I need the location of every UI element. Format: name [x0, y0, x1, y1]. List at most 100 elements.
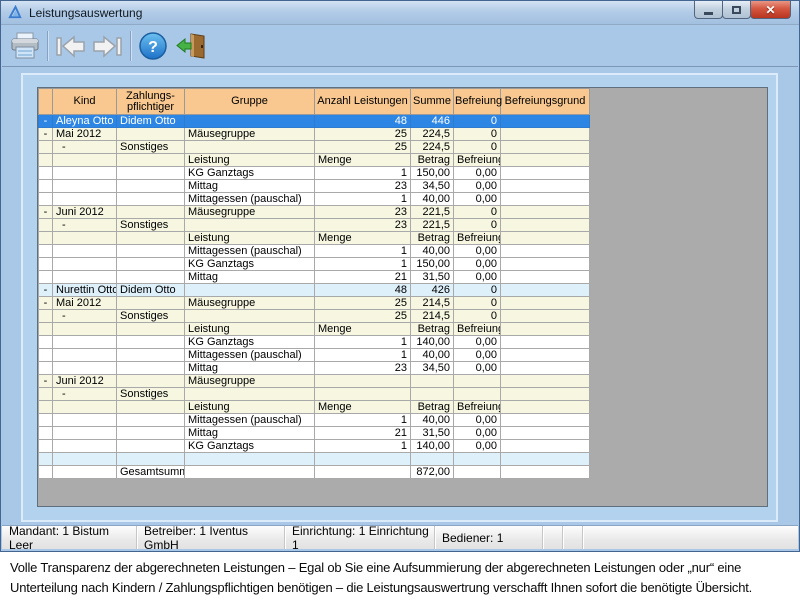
cell-zp[interactable]: Didem Otto	[117, 284, 185, 297]
cell-anzahl[interactable]: 25	[315, 128, 411, 141]
cell-anzahl[interactable]: 23	[315, 219, 411, 232]
cell-kind[interactable]: -	[53, 219, 117, 232]
cell-exp[interactable]	[39, 310, 53, 323]
cell-grund[interactable]	[501, 453, 590, 466]
cell-exp[interactable]	[39, 271, 53, 284]
cell-anzahl[interactable]: 1	[315, 245, 411, 258]
cell-zp[interactable]	[117, 414, 185, 427]
cell-summe[interactable]: 221,5	[411, 219, 454, 232]
cell-kind[interactable]: -	[53, 388, 117, 401]
cell-grund[interactable]	[501, 154, 590, 167]
table-row[interactable]	[39, 453, 590, 466]
cell-kind[interactable]	[53, 427, 117, 440]
cell-gruppe[interactable]: KG Ganztags	[185, 258, 315, 271]
column-header-grund[interactable]: Befreiungsgrund	[501, 89, 590, 115]
cell-kind[interactable]	[53, 180, 117, 193]
cell-zp[interactable]	[117, 362, 185, 375]
table-row[interactable]: -Mai 2012Mäusegruppe25214,50	[39, 297, 590, 310]
cell-grund[interactable]	[501, 362, 590, 375]
cell-exp[interactable]: -	[39, 128, 53, 141]
table-row[interactable]: KG Ganztags1150,000,00	[39, 258, 590, 271]
cell-exp[interactable]	[39, 232, 53, 245]
cell-gruppe[interactable]	[185, 453, 315, 466]
cell-grund[interactable]	[501, 375, 590, 388]
cell-zp[interactable]	[117, 258, 185, 271]
column-header-gruppe[interactable]: Gruppe	[185, 89, 315, 115]
cell-befreiung[interactable]: 0	[454, 141, 501, 154]
cell-grund[interactable]	[501, 219, 590, 232]
cell-exp[interactable]	[39, 453, 53, 466]
cell-anzahl[interactable]: Menge	[315, 323, 411, 336]
cell-gruppe[interactable]: Leistung	[185, 401, 315, 414]
cell-kind[interactable]: Aleyna Otto	[53, 115, 117, 128]
cell-exp[interactable]	[39, 388, 53, 401]
cell-anzahl[interactable]: 1	[315, 414, 411, 427]
table-row[interactable]: -Nurettin OttoDidem Otto484260	[39, 284, 590, 297]
table-row[interactable]: Mittag2131,500,00	[39, 271, 590, 284]
cell-zp[interactable]	[117, 453, 185, 466]
cell-zp[interactable]	[117, 167, 185, 180]
cell-grund[interactable]	[501, 284, 590, 297]
cell-kind[interactable]	[53, 193, 117, 206]
cell-anzahl[interactable]: 1	[315, 193, 411, 206]
cell-zp[interactable]	[117, 440, 185, 453]
table-row[interactable]: Gesamtsumme872,00	[39, 466, 590, 479]
column-header-anzahl[interactable]: Anzahl Leistungen	[315, 89, 411, 115]
column-header-zp[interactable]: Zahlungs- pflichtiger	[117, 89, 185, 115]
cell-summe[interactable]: 40,00	[411, 349, 454, 362]
cell-summe[interactable]: 426	[411, 284, 454, 297]
cell-befreiung[interactable]: 0,00	[454, 362, 501, 375]
cell-grund[interactable]	[501, 206, 590, 219]
cell-grund[interactable]	[501, 388, 590, 401]
cell-befreiung[interactable]: 0	[454, 297, 501, 310]
cell-kind[interactable]	[53, 323, 117, 336]
cell-gruppe[interactable]	[185, 115, 315, 128]
cell-gruppe[interactable]	[185, 310, 315, 323]
cell-anzahl[interactable]: Menge	[315, 232, 411, 245]
cell-grund[interactable]	[501, 466, 590, 479]
titlebar[interactable]: Leistungsauswertung ✕	[1, 1, 799, 25]
cell-befreiung[interactable]: 0,00	[454, 336, 501, 349]
cell-anzahl[interactable]	[315, 453, 411, 466]
table-row[interactable]: Mittag2334,500,00	[39, 362, 590, 375]
close-button[interactable]: ✕	[750, 1, 791, 19]
cell-zp[interactable]: Didem Otto	[117, 115, 185, 128]
cell-exp[interactable]	[39, 414, 53, 427]
cell-anzahl[interactable]: 1	[315, 258, 411, 271]
table-row[interactable]: Mittagessen (pauschal)140,000,00	[39, 245, 590, 258]
cell-summe[interactable]: Betrag	[411, 323, 454, 336]
cell-gruppe[interactable]: KG Ganztags	[185, 440, 315, 453]
table-row[interactable]: -Sonstiges25214,50	[39, 310, 590, 323]
cell-anzahl[interactable]: 25	[315, 141, 411, 154]
cell-exp[interactable]	[39, 440, 53, 453]
table-row[interactable]: -Sonstiges23221,50	[39, 219, 590, 232]
table-row[interactable]: Mittag2131,500,00	[39, 427, 590, 440]
cell-befreiung[interactable]: 0	[454, 284, 501, 297]
cell-befreiung[interactable]: 0,00	[454, 193, 501, 206]
cell-exp[interactable]: -	[39, 206, 53, 219]
cell-befreiung[interactable]: Befreiung	[454, 401, 501, 414]
cell-summe[interactable]: 31,50	[411, 271, 454, 284]
cell-gruppe[interactable]	[185, 141, 315, 154]
cell-gruppe[interactable]: Mäusegruppe	[185, 375, 315, 388]
cell-anzahl[interactable]: 23	[315, 362, 411, 375]
cell-summe[interactable]: 40,00	[411, 414, 454, 427]
cell-gruppe[interactable]: Leistung	[185, 323, 315, 336]
maximize-button[interactable]	[722, 1, 751, 19]
cell-exp[interactable]: -	[39, 297, 53, 310]
cell-befreiung[interactable]: 0,00	[454, 414, 501, 427]
cell-gruppe[interactable]: Leistung	[185, 232, 315, 245]
cell-exp[interactable]	[39, 349, 53, 362]
cell-summe[interactable]: 34,50	[411, 180, 454, 193]
cell-zp[interactable]	[117, 232, 185, 245]
cell-befreiung[interactable]: 0	[454, 128, 501, 141]
cell-grund[interactable]	[501, 414, 590, 427]
cell-gruppe[interactable]: Mittagessen (pauschal)	[185, 245, 315, 258]
table-row[interactable]: Mittagessen (pauschal)140,000,00	[39, 414, 590, 427]
cell-exp[interactable]: -	[39, 284, 53, 297]
table-row[interactable]: LeistungMengeBetragBefreiung	[39, 154, 590, 167]
cell-anzahl[interactable]: 25	[315, 310, 411, 323]
cell-gruppe[interactable]: Mittagessen (pauschal)	[185, 414, 315, 427]
table-row[interactable]: -Sonstiges	[39, 388, 590, 401]
cell-gruppe[interactable]	[185, 388, 315, 401]
